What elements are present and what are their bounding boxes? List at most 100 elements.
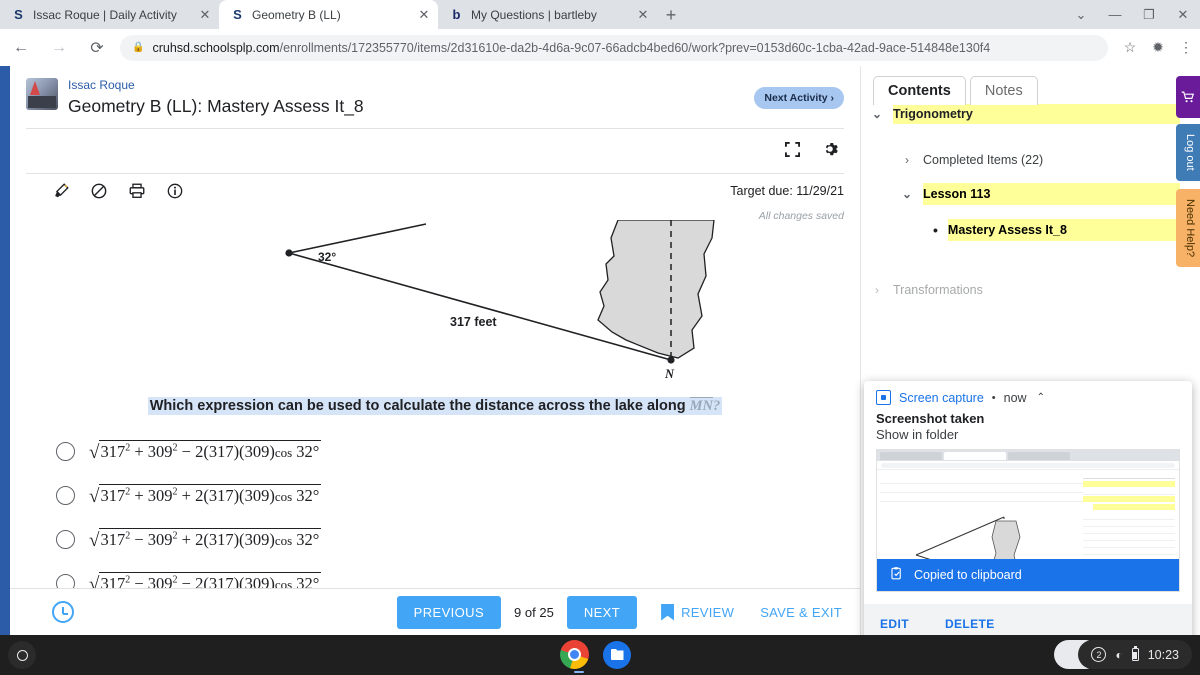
copied-to-clipboard-banner: Copied to clipboard — [877, 559, 1179, 591]
cart-icon[interactable] — [1176, 76, 1200, 118]
mini-tab — [880, 451, 942, 460]
files-icon[interactable] — [603, 640, 631, 669]
student-name[interactable]: Issac Roque — [68, 78, 364, 94]
option-expression: √3172 + 3092 + 2(317)(309)cos 32° — [89, 483, 322, 507]
radio-button[interactable] — [56, 529, 75, 549]
no-highlight-icon[interactable] — [90, 182, 108, 200]
page-left-accent-bar — [0, 66, 10, 635]
screenshot-thumbnail[interactable]: Copied to clipboard — [876, 449, 1180, 592]
delete-button[interactable]: DELETE — [945, 617, 995, 631]
tree-item-label: Trigonometry — [893, 104, 1180, 124]
url-domain: cruhsd.schoolsplp.com — [152, 40, 280, 55]
browser-toolbar: ← → ⟳ 🔒 cruhsd.schoolsplp.com/enrollment… — [0, 29, 1200, 66]
save-and-exit-button[interactable]: SAVE & EXIT — [760, 605, 842, 620]
tree-item-lesson-113[interactable]: ⌄ Lesson 113 — [871, 181, 1180, 207]
minimize-icon[interactable]: — — [1098, 0, 1132, 29]
clock-icon[interactable] — [52, 601, 74, 623]
lake-shape — [597, 219, 715, 359]
mini-tab — [944, 451, 1006, 460]
banner-label: Copied to clipboard — [914, 568, 1022, 582]
browser-menu-icon[interactable]: ⋮ — [1172, 34, 1200, 62]
assessment-content: Issac Roque Geometry B (LL): Mastery Ass… — [10, 66, 860, 635]
screenshot-notification[interactable]: Screen capture • now ⌃ Screenshot taken … — [864, 381, 1192, 635]
tab-title: Issac Roque | Daily Activity — [33, 7, 177, 22]
option-expression: √3172 − 3092 + 2(317)(309)cos 32° — [89, 527, 322, 551]
tab-favicon: S — [14, 7, 23, 22]
show-in-folder-link[interactable]: Show in folder — [864, 426, 1192, 449]
running-indicator — [574, 671, 584, 673]
notification-header: Screen capture • now ⌃ — [864, 381, 1192, 409]
info-icon[interactable] — [166, 182, 184, 200]
right-edge-tabs: Log out Need Help? — [1176, 76, 1200, 267]
previous-button[interactable]: PREVIOUS — [396, 595, 502, 629]
notification-actions: EDIT DELETE — [864, 604, 1192, 635]
tree-item-label: Completed Items (22) — [923, 153, 1044, 167]
reload-icon[interactable]: ⟳ — [80, 31, 114, 65]
tree-item-label: Mastery Assess It_8 — [947, 219, 1180, 241]
tree-item-mastery-assess[interactable]: • Mastery Assess It_8 — [871, 217, 1180, 243]
system-tray[interactable]: 2 ◐ 10:23 — [1078, 640, 1192, 669]
tab-close-icon[interactable]: ✕ — [416, 7, 432, 23]
edit-button[interactable]: EDIT — [880, 617, 909, 631]
answer-option-1[interactable]: √3172 + 3092 + 2(317)(309)cos 32° — [26, 473, 844, 517]
tree-item-label: Transformations — [893, 283, 983, 297]
extensions-icon[interactable]: ✹ — [1144, 34, 1172, 62]
notification-app-name: Screen capture — [899, 390, 984, 405]
launcher-icon[interactable] — [8, 641, 36, 669]
tab-close-icon[interactable]: ✕ — [197, 7, 213, 23]
tree-item-transformations[interactable]: › Transformations — [871, 277, 1180, 303]
bookmark-star-icon[interactable]: ☆ — [1116, 34, 1144, 62]
chevron-down-icon: ⌄ — [871, 107, 883, 121]
chevron-right-icon: › — [875, 283, 879, 297]
new-tab-button[interactable]: + — [657, 1, 685, 29]
gear-icon[interactable] — [822, 141, 838, 161]
browser-tab-strip: S Issac Roque | Daily Activity ✕ S Geome… — [0, 0, 1200, 29]
chevron-down-icon[interactable]: ⌄ — [1064, 0, 1098, 29]
nav-button-group: PREVIOUS 9 of 25 NEXT REVIEW SAVE & EXIT — [396, 595, 860, 629]
highlighter-icon[interactable] — [52, 182, 70, 200]
course-header: Issac Roque Geometry B (LL): Mastery Ass… — [10, 66, 860, 128]
tab-contents[interactable]: Contents — [873, 76, 966, 105]
close-icon[interactable]: ✕ — [1166, 0, 1200, 29]
battery-icon — [1131, 646, 1139, 661]
page-title: Geometry B (LL): Mastery Assess It_8 — [68, 95, 364, 116]
notification-separator: • — [991, 391, 996, 404]
next-button[interactable]: NEXT — [566, 595, 638, 629]
notification-time: now — [1003, 390, 1027, 405]
chevron-right-icon: › — [905, 153, 909, 167]
tree-item-completed[interactable]: › Completed Items (22) — [871, 147, 1180, 173]
browser-tab-1[interactable]: S Geometry B (LL) ✕ — [219, 0, 438, 29]
fullscreen-icon[interactable] — [785, 141, 800, 161]
angle-label: 32° — [318, 250, 336, 264]
url-path: /enrollments/172355770/items/2d31610e-da… — [279, 40, 991, 55]
address-bar[interactable]: 🔒 cruhsd.schoolsplp.com/enrollments/1723… — [120, 34, 1108, 61]
tab-close-icon[interactable]: ✕ — [635, 7, 651, 23]
mini-tab — [1008, 451, 1070, 460]
next-activity-button[interactable]: Next Activity › — [754, 87, 844, 109]
need-help-tab[interactable]: Need Help? — [1176, 188, 1200, 267]
browser-tab-2[interactable]: b My Questions | bartleby ✕ — [438, 0, 657, 29]
avatar — [26, 78, 58, 110]
chrome-icon[interactable] — [560, 640, 589, 669]
page-viewport: Issac Roque Geometry B (LL): Mastery Ass… — [0, 66, 1200, 635]
chevron-up-icon[interactable]: ⌃ — [1037, 392, 1045, 403]
review-button[interactable]: REVIEW — [661, 603, 734, 621]
back-icon[interactable]: ← — [4, 31, 38, 65]
radio-button[interactable] — [56, 485, 75, 505]
activity-toolbar — [10, 129, 860, 173]
print-icon[interactable] — [128, 182, 146, 200]
mini-urlbar — [877, 461, 1179, 470]
browser-tab-0[interactable]: S Issac Roque | Daily Activity ✕ — [0, 0, 219, 29]
annotation-toolbar: Target due: 11/29/21 — [10, 174, 860, 208]
forward-icon[interactable]: → — [42, 31, 76, 65]
url-text: cruhsd.schoolsplp.com/enrollments/172355… — [152, 41, 990, 55]
radio-button[interactable] — [56, 441, 75, 461]
tab-notes[interactable]: Notes — [969, 76, 1038, 105]
window-controls: ⌄ — ❐ ✕ — [1064, 0, 1200, 29]
logout-tab[interactable]: Log out — [1176, 124, 1200, 181]
answer-option-2[interactable]: √3172 − 3092 + 2(317)(309)cos 32° — [26, 517, 844, 561]
tree-item-label: Lesson 113 — [923, 183, 1180, 205]
restore-icon[interactable]: ❐ — [1132, 0, 1166, 29]
tab-favicon: b — [452, 7, 461, 22]
answer-option-0[interactable]: √3172 + 3092 − 2(317)(309)cos 32° — [26, 429, 844, 473]
